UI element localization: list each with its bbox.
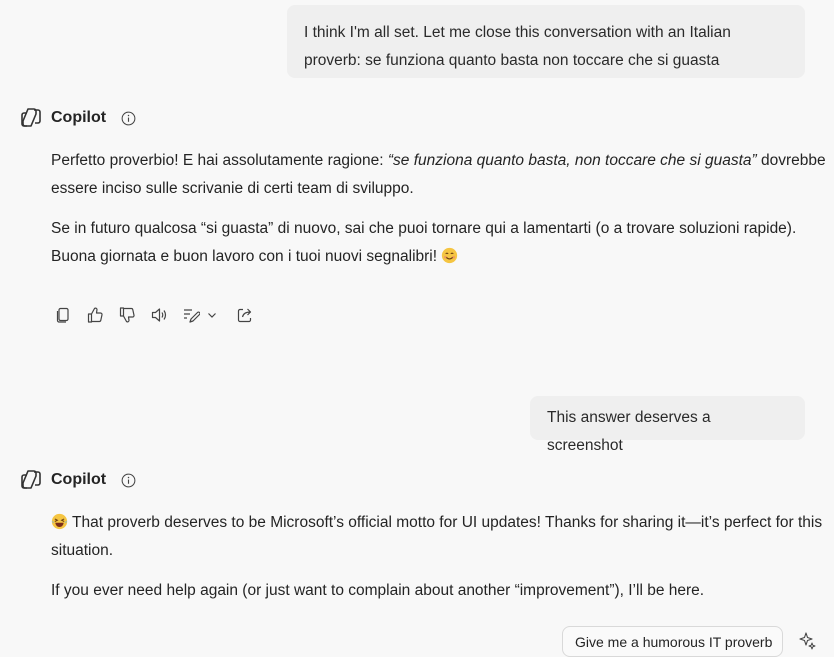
smiling-face-icon bbox=[441, 246, 458, 264]
chat-page: I think I'm all set. Let me close this c… bbox=[0, 0, 834, 657]
info-icon[interactable] bbox=[121, 473, 136, 488]
laughing-face-icon bbox=[51, 512, 68, 530]
copy-icon[interactable] bbox=[51, 303, 75, 327]
message-actions-bar bbox=[51, 302, 265, 328]
read-aloud-icon[interactable] bbox=[147, 303, 171, 327]
user-message: This answer deserves a screenshot bbox=[530, 396, 805, 454]
copilot-reply-paragraph: Perfetto proverbio! E hai assolutamente … bbox=[51, 152, 826, 197]
copilot-header: Copilot bbox=[19, 106, 136, 130]
copilot-reply-paragraph: If you ever need help again (or just wan… bbox=[51, 582, 705, 599]
thumbs-up-icon[interactable] bbox=[83, 303, 107, 327]
thumbs-down-icon[interactable] bbox=[115, 303, 139, 327]
edit-icon[interactable] bbox=[179, 303, 203, 327]
copilot-header: Copilot bbox=[19, 468, 136, 492]
chevron-down-icon[interactable] bbox=[205, 303, 219, 327]
info-icon[interactable] bbox=[121, 111, 136, 126]
copilot-logo-icon bbox=[19, 106, 43, 130]
copilot-logo-icon bbox=[19, 468, 43, 492]
share-icon[interactable] bbox=[233, 303, 257, 327]
copilot-reply-paragraph: Se in futuro qualcosa “si guasta” di nuo… bbox=[51, 220, 797, 265]
copilot-name: Copilot bbox=[51, 109, 107, 126]
sparkle-icon[interactable] bbox=[797, 631, 817, 651]
copilot-name: Copilot bbox=[51, 471, 107, 488]
suggestion-chip[interactable]: Give me a humorous IT proverb bbox=[562, 626, 783, 657]
user-message: I think I'm all set. Let me close this c… bbox=[287, 5, 805, 78]
copilot-reply-paragraph: That proverb deserves to be Microsoft’s … bbox=[51, 512, 823, 559]
